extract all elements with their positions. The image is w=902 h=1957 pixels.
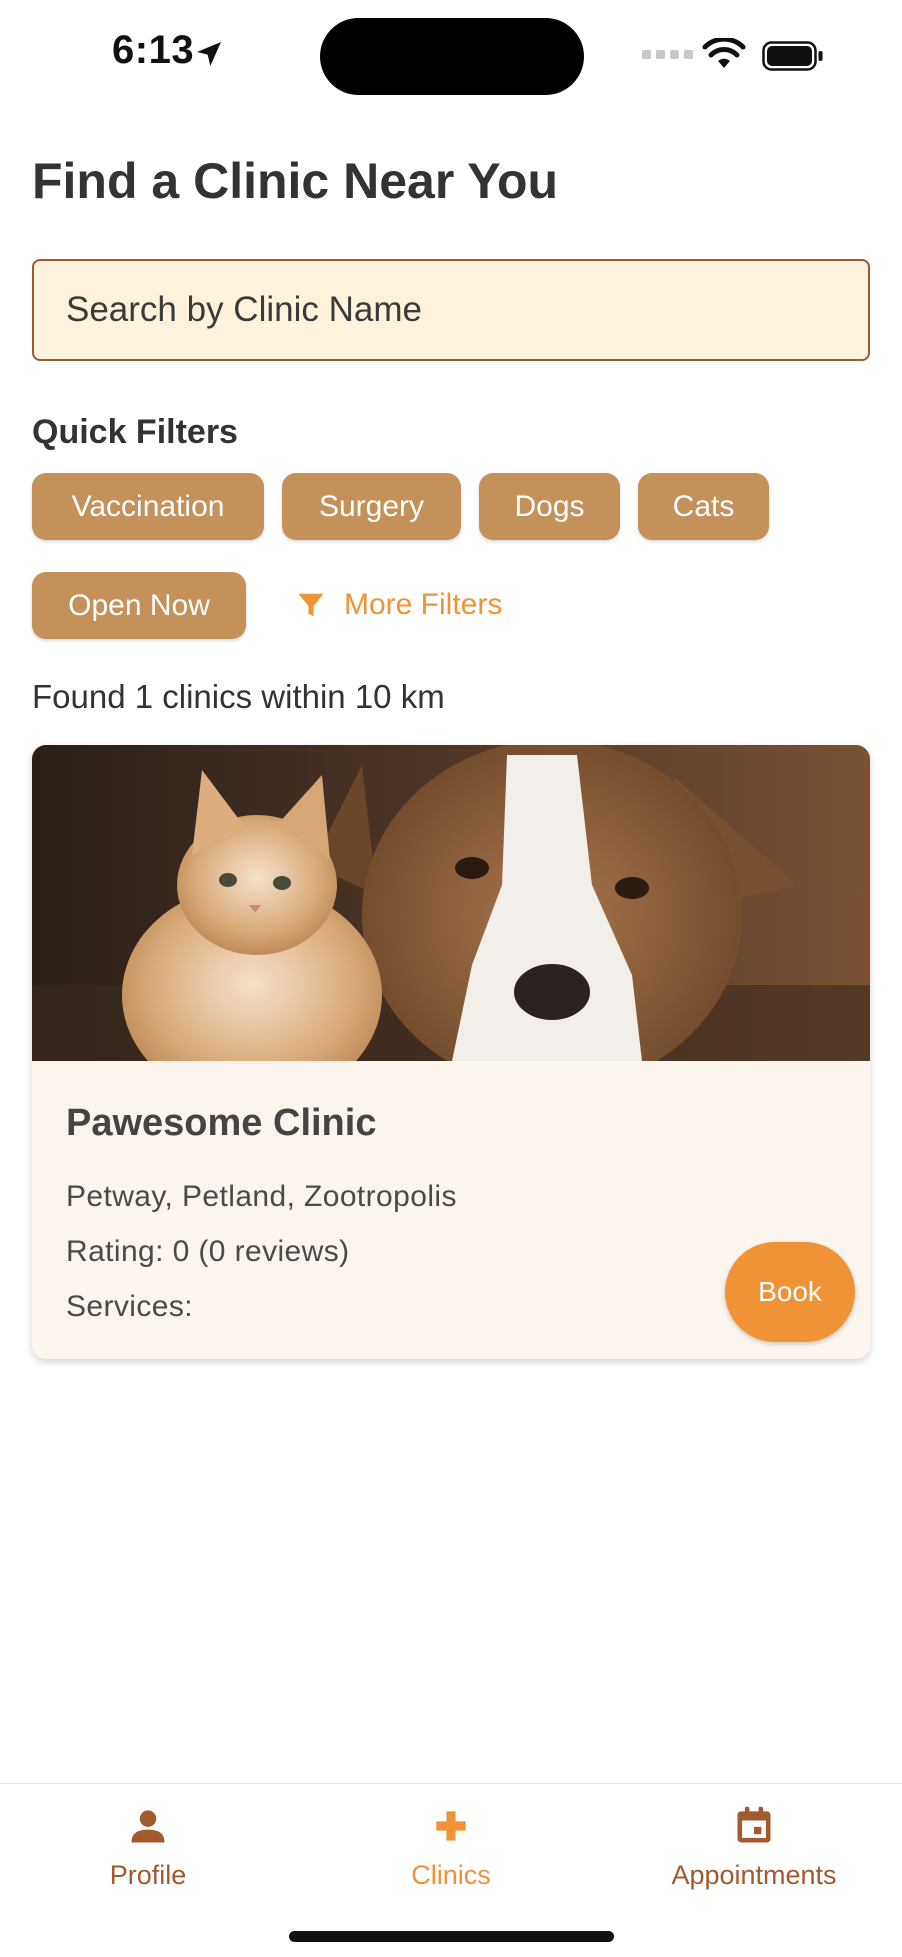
clinic-address: Petway, Petland, Zootropolis bbox=[66, 1180, 457, 1213]
wifi-icon bbox=[702, 38, 746, 68]
filter-chip-vaccination[interactable]: Vaccination bbox=[32, 473, 264, 540]
filter-chip-dogs[interactable]: Dogs bbox=[479, 473, 620, 540]
location-arrow-icon bbox=[197, 42, 221, 66]
filter-chip-surgery[interactable]: Surgery bbox=[282, 473, 461, 540]
tab-appointments[interactable]: Appointments bbox=[629, 1804, 879, 1891]
battery-icon bbox=[762, 41, 823, 71]
more-filters-button[interactable]: More Filters bbox=[296, 585, 502, 625]
cellular-signal-icon bbox=[642, 50, 693, 59]
results-summary: Found 1 clinics within 10 km bbox=[32, 678, 445, 715]
search-input[interactable] bbox=[32, 259, 870, 361]
clinic-photo bbox=[32, 745, 870, 1061]
bottom-tab-bar: Profile Clinics Appointments bbox=[0, 1783, 902, 1957]
tab-profile-label: Profile bbox=[109, 1860, 187, 1890]
filter-chip-open-now[interactable]: Open Now bbox=[32, 572, 246, 639]
clinic-rating: Rating: 0 (0 reviews) bbox=[66, 1235, 350, 1268]
status-time: 6:13 bbox=[112, 28, 195, 72]
tab-appointments-label: Appointments bbox=[671, 1860, 837, 1890]
tab-clinics-label: Clinics bbox=[411, 1860, 491, 1890]
tab-profile[interactable]: Profile bbox=[23, 1804, 273, 1891]
clinic-services: Services: bbox=[66, 1290, 193, 1323]
plus-icon bbox=[436, 1811, 466, 1841]
status-bar: 6:13 bbox=[0, 0, 902, 110]
book-button[interactable]: Book bbox=[725, 1242, 855, 1342]
more-filters-label: More Filters bbox=[344, 588, 503, 621]
filter-chip-cats[interactable]: Cats bbox=[638, 473, 769, 540]
tab-clinics[interactable]: Clinics bbox=[326, 1804, 576, 1891]
person-icon bbox=[131, 1810, 165, 1843]
clinic-card[interactable]: Pawesome Clinic Petway, Petland, Zootrop… bbox=[32, 745, 870, 1359]
clinic-name: Pawesome Clinic bbox=[66, 1102, 377, 1144]
dynamic-island bbox=[320, 18, 584, 95]
quick-filters-heading: Quick Filters bbox=[32, 413, 238, 451]
page-title: Find a Clinic Near You bbox=[32, 153, 559, 209]
home-indicator[interactable] bbox=[289, 1931, 614, 1942]
filter-funnel-icon bbox=[298, 593, 324, 617]
calendar-icon bbox=[737, 1806, 771, 1843]
